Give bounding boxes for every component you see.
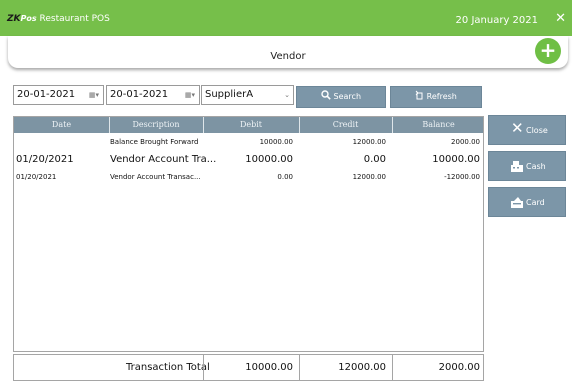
totals-divider bbox=[392, 355, 393, 380]
cell-description: Vendor Account Transac... bbox=[110, 173, 201, 181]
app-name: Restaurant POS bbox=[39, 14, 110, 24]
brand-pos: Pos bbox=[20, 14, 37, 23]
card-icon bbox=[511, 197, 523, 208]
cell-debit: 10000.00 bbox=[259, 138, 293, 146]
supplier-value: SupplierA bbox=[205, 89, 254, 100]
total-debit: 10000.00 bbox=[245, 362, 293, 373]
page-title: Vendor bbox=[270, 51, 306, 62]
search-icon bbox=[321, 90, 331, 100]
search-button[interactable]: Search bbox=[296, 86, 386, 108]
column-header-debit: Debit bbox=[239, 120, 263, 129]
brand-zk: ZK bbox=[7, 14, 21, 24]
to-date-field[interactable]: 20-01-2021 ▦▾ bbox=[106, 85, 200, 105]
close-button[interactable]: ✕ Close bbox=[488, 115, 566, 145]
cell-description: Balance Brought Forward bbox=[110, 138, 199, 146]
table-row[interactable]: Balance Brought Forward 10000.00 12000.0… bbox=[14, 138, 483, 152]
page-header: Vendor bbox=[8, 36, 568, 68]
chevron-down-icon: ⌄ bbox=[284, 91, 290, 99]
total-balance: 2000.00 bbox=[438, 362, 480, 373]
current-date: 20 January 2021 bbox=[455, 15, 538, 26]
card-label: Card bbox=[526, 198, 545, 207]
transactions-table: Date Description Debit Credit Balance Ba… bbox=[13, 116, 484, 352]
cash-button[interactable]: Cash bbox=[488, 151, 566, 181]
column-header-date: Date bbox=[51, 120, 72, 129]
totals-label: Transaction Total bbox=[126, 362, 210, 373]
total-credit: 12000.00 bbox=[338, 362, 386, 373]
add-button[interactable]: + bbox=[535, 38, 561, 64]
column-header-credit: Credit bbox=[332, 120, 359, 129]
cell-date: 01/20/2021 bbox=[16, 173, 57, 181]
table-row[interactable]: 01/20/2021 Vendor Account Transac... 0.0… bbox=[14, 173, 483, 187]
column-header-description: Description bbox=[132, 120, 180, 129]
from-date-value: 20-01-2021 bbox=[17, 89, 76, 100]
totals-bar: Transaction Total 10000.00 12000.00 2000… bbox=[13, 354, 484, 381]
cell-balance: 10000.00 bbox=[432, 154, 480, 165]
cash-register-icon bbox=[511, 161, 523, 172]
x-icon: ✕ bbox=[511, 119, 524, 137]
cell-credit: 0.00 bbox=[363, 154, 386, 165]
close-label: Close bbox=[526, 126, 548, 135]
window-close-icon[interactable]: ✕ bbox=[555, 12, 566, 25]
totals-divider bbox=[203, 355, 204, 380]
table-row[interactable]: 01/20/2021 Vendor Account Tra... 10000.0… bbox=[14, 154, 483, 170]
column-header-balance: Balance bbox=[422, 120, 455, 129]
cell-credit: 12000.00 bbox=[352, 138, 386, 146]
totals-divider bbox=[299, 355, 300, 380]
refresh-button[interactable]: Refresh bbox=[390, 86, 482, 108]
supplier-select[interactable]: SupplierA ⌄ bbox=[201, 85, 294, 105]
refresh-icon bbox=[415, 90, 423, 100]
to-date-value: 20-01-2021 bbox=[110, 89, 169, 100]
cell-credit: 12000.00 bbox=[352, 173, 386, 181]
cell-balance: 2000.00 bbox=[451, 138, 480, 146]
title-bar: ZKPos Restaurant POS 20 January 2021 ✕ bbox=[0, 0, 572, 36]
cash-label: Cash bbox=[526, 162, 546, 171]
app-brand: ZKPos Restaurant POS bbox=[7, 14, 110, 24]
cell-debit: 0.00 bbox=[277, 173, 293, 181]
table-header: Date Description Debit Credit Balance bbox=[14, 117, 483, 133]
search-label: Search bbox=[333, 92, 362, 101]
calendar-icon[interactable]: ▦▾ bbox=[185, 86, 195, 104]
cell-description: Vendor Account Tra... bbox=[110, 154, 217, 165]
cell-balance: -12000.00 bbox=[444, 173, 480, 181]
card-button[interactable]: Card bbox=[488, 187, 566, 217]
refresh-label: Refresh bbox=[426, 92, 457, 101]
from-date-field[interactable]: 20-01-2021 ▦▾ bbox=[13, 85, 104, 105]
cell-debit: 10000.00 bbox=[245, 154, 293, 165]
calendar-icon[interactable]: ▦▾ bbox=[89, 86, 99, 104]
cell-date: 01/20/2021 bbox=[16, 154, 74, 165]
